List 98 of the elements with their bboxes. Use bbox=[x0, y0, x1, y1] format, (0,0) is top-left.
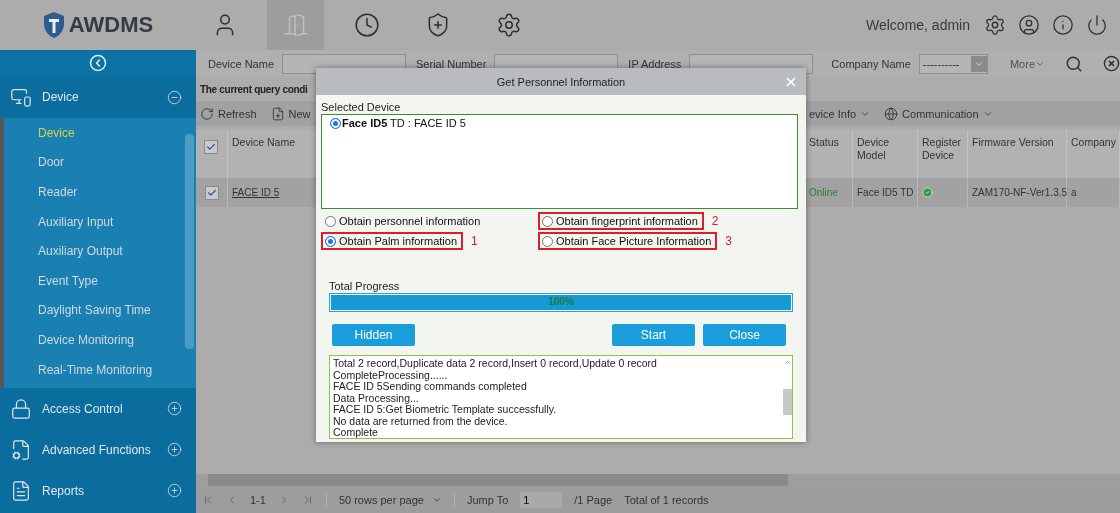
first-page-icon[interactable] bbox=[202, 493, 214, 506]
radio-option[interactable]: Obtain fingerprint information bbox=[538, 212, 704, 230]
column-header[interactable]: Status bbox=[805, 130, 853, 178]
computer-icon bbox=[10, 86, 32, 108]
device-link[interactable]: FACE ID 5 bbox=[232, 187, 280, 198]
filter-label: IP Address bbox=[628, 57, 682, 70]
checkbox[interactable] bbox=[204, 185, 219, 200]
radio-option[interactable]: Obtain personnel information bbox=[321, 212, 487, 230]
section-label: Device bbox=[42, 90, 80, 104]
table-cell: a bbox=[1067, 178, 1120, 207]
sidebar-item[interactable]: Auxiliary Input bbox=[4, 206, 196, 237]
section-label: Access Control bbox=[42, 401, 124, 416]
log-line: FACE ID 5Sending commands completed bbox=[333, 381, 528, 393]
clock-icon bbox=[353, 12, 380, 38]
shield-logo-icon bbox=[42, 11, 65, 39]
toolbar-button[interactable]: Refresh bbox=[200, 106, 257, 121]
scrollbar[interactable] bbox=[185, 134, 194, 349]
page-count: /1 Page bbox=[574, 493, 613, 506]
welcome-text: Welcome, admin bbox=[866, 17, 970, 33]
log-line: CompleteProcessing...... bbox=[333, 369, 449, 381]
log-line: FACE ID 5:Get Biometric Template successfully. bbox=[333, 404, 558, 416]
settings-icon bbox=[495, 12, 522, 38]
annotation-number: 1 bbox=[471, 234, 478, 248]
globe-icon bbox=[884, 106, 899, 121]
more-link[interactable]: More bbox=[1009, 57, 1045, 70]
page-input[interactable]: 1 bbox=[520, 491, 563, 508]
progress-label: Total Progress bbox=[329, 280, 401, 292]
checkbox[interactable] bbox=[203, 140, 218, 154]
radio-button[interactable] bbox=[542, 215, 553, 227]
refresh-icon bbox=[200, 106, 214, 121]
collapse-icon[interactable] bbox=[89, 54, 107, 72]
device-option[interactable]: Face ID5 TD : FACE ID 5 bbox=[342, 117, 466, 129]
section-label: Reports bbox=[42, 483, 86, 498]
annotation-number: 3 bbox=[725, 234, 732, 248]
radio-button[interactable] bbox=[325, 215, 336, 227]
table-cell: ZAM170-NF-Ver1.3.5 bbox=[968, 178, 1067, 207]
log-line: Data Processing... bbox=[333, 392, 419, 404]
minus-icon bbox=[167, 89, 182, 105]
section-label: Advanced Functions bbox=[42, 442, 152, 457]
filter-label: Serial Number bbox=[416, 57, 487, 70]
settings-icon[interactable] bbox=[984, 14, 1006, 36]
dialog-button[interactable]: Close bbox=[703, 324, 786, 346]
column-header[interactable]: Device Model bbox=[853, 130, 918, 178]
dialog-title: Get Personnel Information bbox=[496, 75, 626, 88]
lock-icon bbox=[10, 397, 32, 420]
toolbar-button[interactable]: Communication bbox=[884, 106, 993, 121]
sidebar-item[interactable]: Auxiliary Output bbox=[4, 236, 196, 266]
document-icon bbox=[10, 479, 32, 502]
document-icon bbox=[10, 438, 32, 461]
plus-icon bbox=[167, 483, 182, 498]
total-records: Total of 1 records bbox=[624, 493, 709, 506]
sidebar-item[interactable]: Daylight Saving Time bbox=[4, 295, 196, 326]
radio-option[interactable]: Obtain Face Picture Information bbox=[538, 232, 718, 250]
user-circle-icon[interactable] bbox=[1018, 14, 1040, 36]
radio-button[interactable] bbox=[542, 235, 553, 247]
radio-option[interactable]: Obtain Palm information bbox=[321, 232, 463, 250]
checkmark-icon bbox=[206, 187, 217, 198]
search-icon[interactable] bbox=[1065, 54, 1083, 73]
sidebar-item[interactable]: Reader bbox=[4, 177, 196, 207]
annotation-number: 2 bbox=[711, 214, 719, 228]
page-range: 1-1 bbox=[250, 493, 266, 506]
toolbar-button[interactable]: evice Info bbox=[809, 107, 871, 120]
column-header[interactable]: Register Device bbox=[918, 130, 968, 178]
column-header[interactable]: Firmware Version bbox=[968, 130, 1067, 178]
file-plus-icon bbox=[270, 106, 285, 121]
scrollbar-thumb[interactable] bbox=[782, 389, 792, 415]
log-line: Total 2 record,Duplicate data 2 record,Insert 0 record,Update 0 record bbox=[333, 358, 658, 370]
sidebar-item[interactable]: Real-Time Monitoring bbox=[4, 354, 196, 385]
filter-label: Device Name bbox=[208, 57, 275, 70]
plus-icon bbox=[167, 442, 182, 457]
checkmark-icon bbox=[205, 142, 216, 152]
field-label: Selected Device bbox=[321, 101, 402, 113]
progress-text: 100% bbox=[547, 296, 575, 307]
log-line: Complete bbox=[333, 427, 379, 439]
scroll-up-icon[interactable] bbox=[782, 358, 792, 367]
jump-label: Jump To bbox=[466, 493, 509, 506]
log-line: No data are returned from the device. bbox=[333, 415, 508, 427]
sidebar-item[interactable]: Device Monitoring bbox=[4, 325, 196, 355]
toolbar-button[interactable]: New bbox=[270, 106, 311, 121]
door-icon bbox=[282, 12, 309, 38]
company-select[interactable]: ---------- bbox=[918, 53, 988, 74]
info-icon[interactable] bbox=[1052, 14, 1074, 36]
plus-icon bbox=[167, 401, 182, 416]
table-cell: Face ID5 TD bbox=[853, 178, 918, 207]
sidebar-item[interactable]: Door bbox=[4, 147, 196, 178]
page-size-select[interactable]: 50 rows per page bbox=[338, 493, 442, 506]
dialog-button[interactable]: Start bbox=[612, 324, 695, 346]
radio-button[interactable] bbox=[325, 235, 336, 247]
filter-label: Company Name bbox=[831, 57, 911, 70]
power-icon[interactable] bbox=[1086, 14, 1108, 36]
clear-icon[interactable] bbox=[1103, 55, 1120, 72]
dialog-button[interactable]: Hidden bbox=[332, 324, 415, 346]
sidebar-item[interactable]: Device bbox=[4, 118, 196, 148]
radio-button[interactable] bbox=[330, 117, 341, 129]
app-logo-text: AWDMS bbox=[68, 12, 154, 38]
sidebar-item[interactable]: Event Type bbox=[4, 265, 196, 296]
column-header[interactable]: Company bbox=[1067, 130, 1120, 178]
horizontal-scrollbar[interactable] bbox=[196, 474, 1120, 486]
